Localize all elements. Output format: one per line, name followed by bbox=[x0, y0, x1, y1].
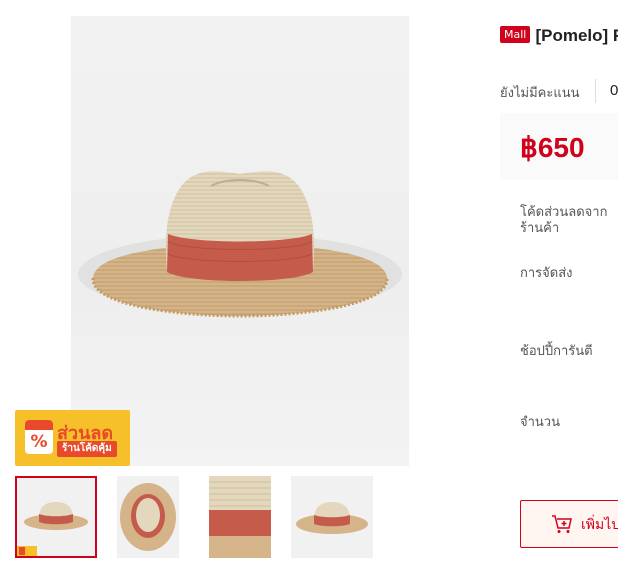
hat-angle-thumbnail-icon bbox=[296, 502, 368, 534]
product-title: [Pomelo] Fedora in Co bbox=[535, 26, 618, 45]
promo-mini-icon bbox=[17, 546, 37, 556]
add-to-cart-button[interactable]: เพิ่มไปยังรถเข็น bbox=[520, 500, 618, 548]
product-details: Mall [Pomelo] Fedora in Co ยังไม่มีคะแนน… bbox=[500, 0, 618, 568]
rating-row: ยังไม่มีคะแนน 0 bbox=[500, 79, 618, 103]
rating-count[interactable]: 0 bbox=[610, 82, 618, 100]
hat-top-thumbnail-icon bbox=[120, 483, 176, 551]
product-gallery: % ส่วนลด ร้านโค้ดคุ้ม bbox=[0, 0, 460, 568]
shop-voucher-label: โค้ดส่วนลดจากร้านค้า bbox=[520, 205, 608, 236]
no-rating-text: ยังไม่มีคะแนน bbox=[500, 86, 580, 101]
add-to-cart-label: เพิ่มไปยังรถเข็น bbox=[581, 517, 618, 533]
main-product-image[interactable] bbox=[71, 16, 409, 466]
hat-front-thumbnail-icon bbox=[24, 502, 88, 530]
mall-badge: Mall bbox=[500, 26, 531, 43]
thumbnail-1[interactable] bbox=[15, 476, 97, 558]
product-title-row: Mall [Pomelo] Fedora in Co bbox=[500, 24, 618, 47]
cart-plus-icon bbox=[552, 515, 572, 533]
shipping-label: การจัดส่ง bbox=[520, 266, 573, 281]
thumbnail-2[interactable] bbox=[117, 476, 179, 558]
thumbnail-3[interactable] bbox=[209, 476, 271, 558]
discount-promo-badge[interactable]: % ส่วนลด ร้านโค้ดคุ้ม bbox=[15, 410, 130, 466]
guarantee-label: ช้อปปี้การันตี bbox=[520, 344, 593, 359]
product-price: ฿650 bbox=[520, 132, 585, 163]
rating-divider bbox=[595, 79, 596, 103]
thumbnail-4[interactable] bbox=[291, 476, 373, 558]
price-box: ฿650 bbox=[500, 113, 618, 180]
hat-closeup-thumbnail-icon bbox=[209, 476, 271, 558]
straw-fedora-hat-image bbox=[78, 171, 402, 318]
promo-subtitle: ร้านโค้ดคุ้ม bbox=[57, 441, 117, 457]
quantity-label: จำนวน bbox=[520, 415, 560, 430]
shopping-bag-percent-icon: % bbox=[25, 420, 53, 454]
